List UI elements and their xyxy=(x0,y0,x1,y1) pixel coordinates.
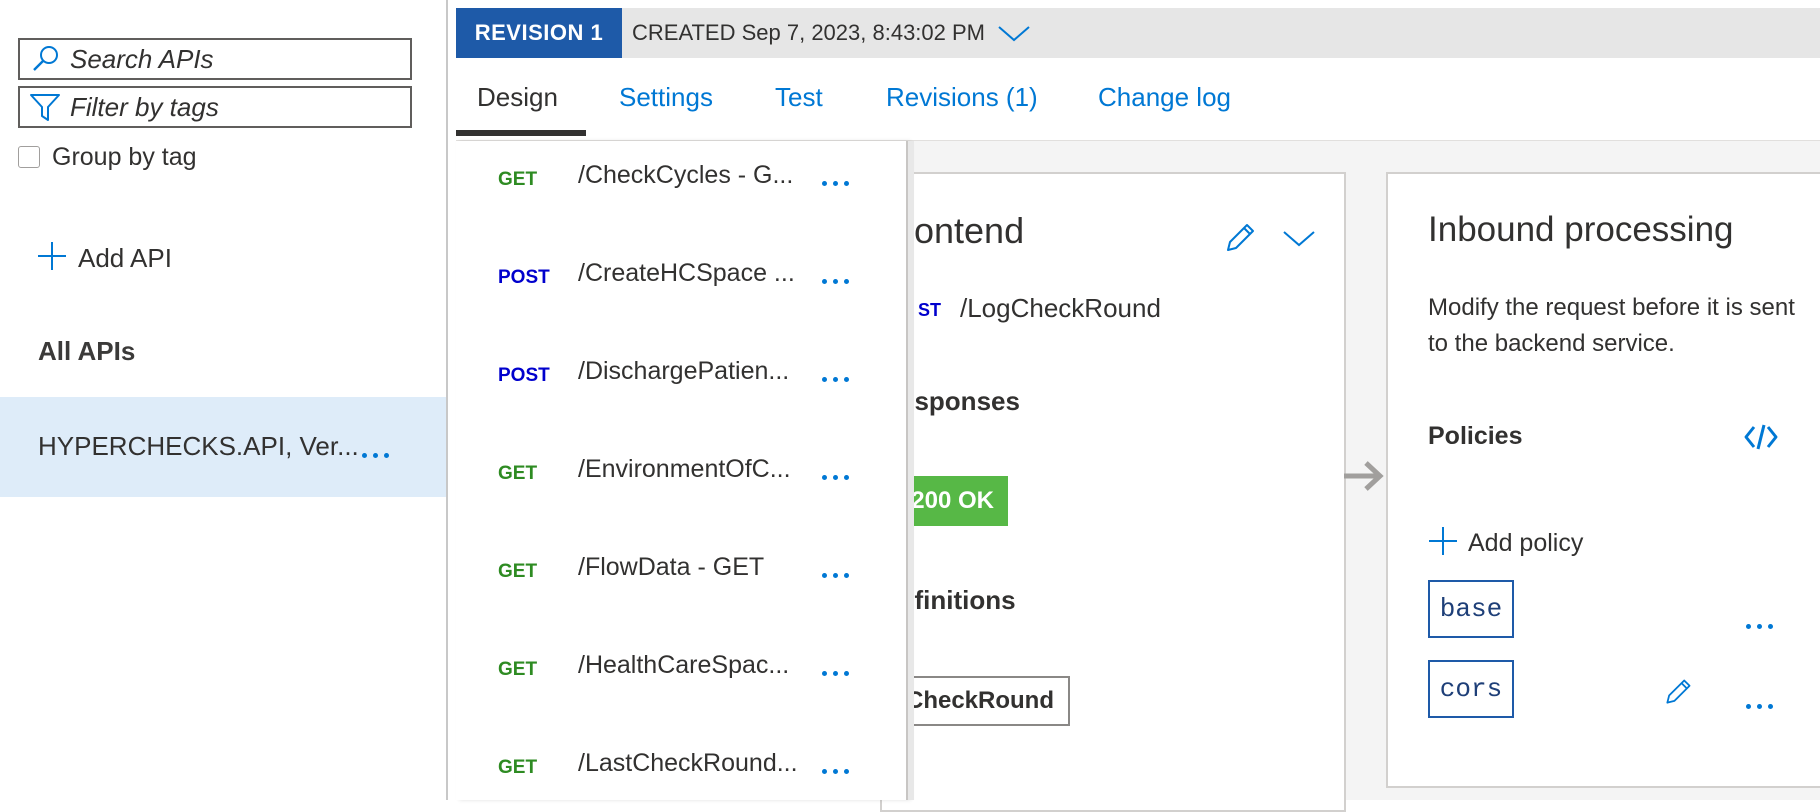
frontend-method-badge: ST xyxy=(918,300,942,320)
filter-by-tags-placeholder: Filter by tags xyxy=(70,91,219,122)
tab-settings[interactable]: Settings xyxy=(619,82,713,113)
operation-item[interactable]: GET /HealthCareSpac... xyxy=(456,631,906,729)
add-api-label: Add API xyxy=(78,242,172,273)
operation-more-options-icon[interactable] xyxy=(822,181,849,186)
operation-method: GET xyxy=(498,561,538,582)
operation-path: /FlowData - GET xyxy=(578,553,765,581)
responses-heading: esponses xyxy=(900,386,1020,416)
revision-created-dropdown[interactable]: CREATED Sep 7, 2023, 8:43:02 PM xyxy=(632,8,1031,58)
operation-more-options-icon[interactable] xyxy=(822,475,849,480)
chevron-down-icon[interactable] xyxy=(1282,228,1316,253)
inbound-processing-title: Inbound processing xyxy=(1428,210,1734,249)
chevron-down-icon xyxy=(997,23,1031,43)
tab-design[interactable]: Design xyxy=(477,82,558,113)
operation-path: /DischargePatien... xyxy=(578,357,790,385)
group-by-tag-label: Group by tag xyxy=(52,142,197,171)
edit-pencil-icon[interactable] xyxy=(1222,220,1258,261)
operation-item[interactable]: GET /EnvironmentOfC... xyxy=(456,435,906,533)
policy-chip-base[interactable]: base xyxy=(1428,580,1514,638)
policy-more-options-icon[interactable] xyxy=(1746,704,1773,709)
arrow-right-icon xyxy=(1342,458,1386,499)
code-view-icon[interactable] xyxy=(1744,422,1778,457)
frontend-title: rontend xyxy=(902,210,1025,251)
operation-item[interactable]: POST /DischargePatien... xyxy=(456,337,906,435)
operation-method: POST xyxy=(498,267,550,288)
plus-icon xyxy=(1428,526,1458,561)
operation-method: GET xyxy=(498,659,538,680)
operation-item[interactable]: GET /FlowData - GET xyxy=(456,533,906,631)
policy-more-options-icon[interactable] xyxy=(1746,624,1773,629)
search-icon xyxy=(28,42,62,76)
revision-badge: REVISION 1 xyxy=(456,8,622,58)
operation-method: GET xyxy=(498,463,538,484)
operation-path: /HealthCareSpac... xyxy=(578,651,790,679)
search-apis-placeholder: Search APIs xyxy=(70,43,214,74)
add-api-button[interactable]: Add API xyxy=(36,240,172,276)
edit-pencil-icon[interactable] xyxy=(1662,676,1694,713)
operation-path: /CreateHCSpace ... xyxy=(578,259,795,287)
group-by-tag-toggle[interactable]: Group by tag xyxy=(18,142,197,172)
operation-more-options-icon[interactable] xyxy=(822,279,849,284)
operation-path: /LastCheckRound... xyxy=(578,749,798,777)
policies-heading: Policies xyxy=(1428,422,1523,450)
api-more-options-icon[interactable] xyxy=(362,453,389,458)
policy-chip-cors[interactable]: cors xyxy=(1428,660,1514,718)
operation-method: GET xyxy=(498,757,538,778)
operations-scrollbar[interactable] xyxy=(908,141,914,800)
operation-method: GET xyxy=(498,169,538,190)
filter-icon xyxy=(28,90,62,124)
add-policy-button[interactable]: Add policy xyxy=(1428,526,1583,561)
operation-path: /CheckCycles - G... xyxy=(578,161,794,189)
api-name: HYPERCHECKS.API, Ver... xyxy=(38,431,359,461)
operation-more-options-icon[interactable] xyxy=(822,671,849,676)
group-by-tag-checkbox[interactable] xyxy=(18,146,40,168)
tab-revisions[interactable]: Revisions (1) xyxy=(886,82,1038,113)
tab-test[interactable]: Test xyxy=(775,82,823,113)
inbound-processing-description: Modify the request before it is sent to … xyxy=(1428,294,1795,357)
operation-path: /EnvironmentOfC... xyxy=(578,455,791,483)
api-list-item[interactable]: HYPERCHECKS.API, Ver... xyxy=(0,397,446,497)
operation-item[interactable]: GET /LastCheckRound... xyxy=(456,729,906,800)
plus-icon xyxy=(36,240,68,277)
filter-by-tags-input[interactable]: Filter by tags xyxy=(18,86,412,128)
frontend-path: /LogCheckRound xyxy=(960,293,1161,323)
operation-more-options-icon[interactable] xyxy=(822,769,849,774)
active-tab-indicator xyxy=(456,130,586,136)
tab-change-log[interactable]: Change log xyxy=(1098,82,1231,113)
search-apis-input[interactable]: Search APIs xyxy=(18,38,412,80)
operation-method: POST xyxy=(498,365,550,386)
revision-created-text: CREATED Sep 7, 2023, 8:43:02 PM xyxy=(632,20,985,45)
definitions-heading: efinitions xyxy=(900,585,1016,615)
add-policy-label: Add policy xyxy=(1468,529,1584,557)
operation-item[interactable]: POST /CreateHCSpace ... xyxy=(456,239,906,337)
operation-item[interactable]: GET /CheckCycles - G... xyxy=(456,141,906,239)
all-apis-heading: All APIs xyxy=(38,336,136,366)
operation-more-options-icon[interactable] xyxy=(822,377,849,382)
operation-more-options-icon[interactable] xyxy=(822,573,849,578)
